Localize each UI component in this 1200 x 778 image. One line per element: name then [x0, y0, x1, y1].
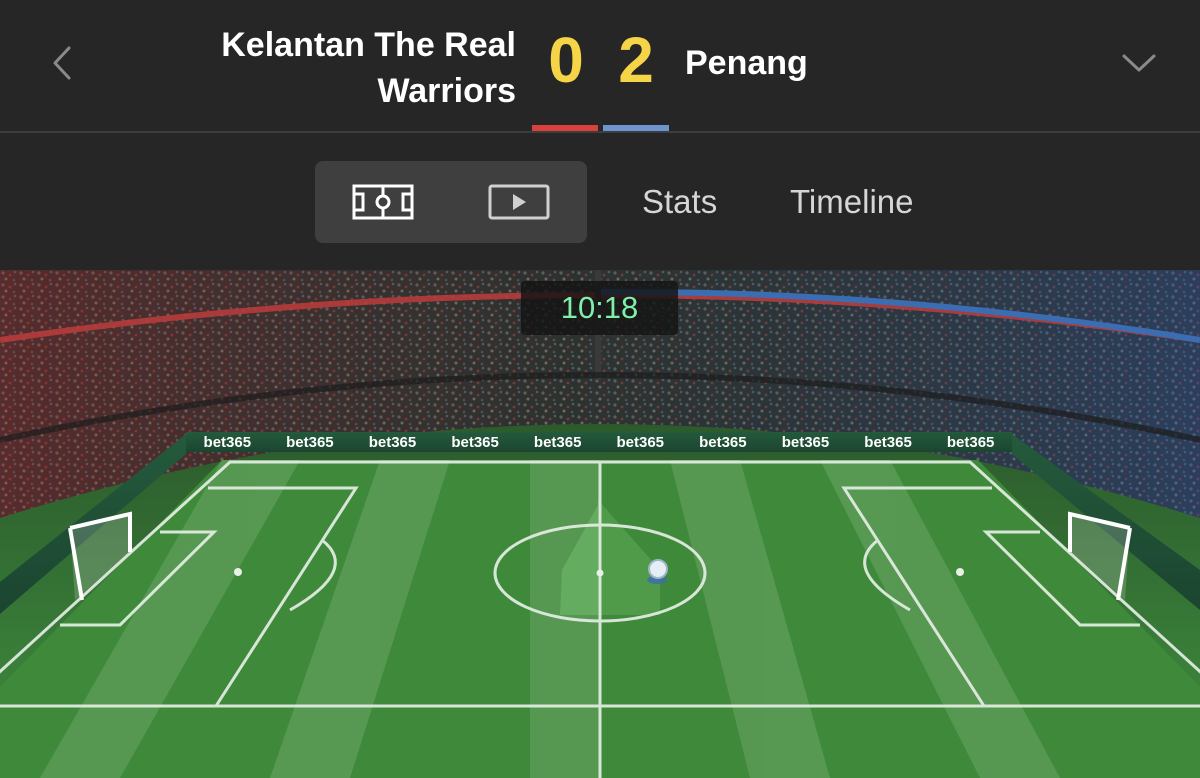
stadium-scene	[0, 270, 1200, 778]
video-view-button[interactable]	[451, 161, 587, 243]
back-button[interactable]	[40, 38, 84, 88]
away-score: 2	[618, 24, 654, 96]
ad-board-label: bet365	[864, 433, 912, 451]
ad-board-label: bet365	[286, 433, 334, 451]
play-icon	[488, 184, 550, 220]
match-dropdown-button[interactable]	[1114, 40, 1164, 86]
header-divider	[0, 131, 1200, 133]
ad-board-label: bet365	[451, 433, 499, 451]
ad-board-label: bet365	[781, 433, 830, 451]
tab-stats[interactable]: Stats	[642, 180, 717, 224]
ad-board-label: bet365	[368, 433, 417, 451]
away-team-name: Penang	[685, 44, 808, 82]
ad-board-label: bet365	[203, 433, 252, 451]
ad-board-label: bet365	[946, 433, 995, 451]
pitch-view-button[interactable]	[315, 161, 451, 243]
home-score: 0	[548, 24, 584, 96]
ad-board-label: bet365	[616, 433, 665, 451]
match-clock: 10:18	[521, 281, 678, 335]
tab-timeline[interactable]: Timeline	[790, 180, 913, 224]
view-toggle	[315, 161, 587, 243]
pitch-visualization: bet365 bet365 bet365 bet365 bet365 bet36…	[0, 270, 1200, 778]
chevron-down-icon	[1122, 54, 1156, 72]
ad-board-row: bet365 bet365 bet365 bet365 bet365 bet36…	[186, 432, 1012, 452]
ball-marker	[647, 559, 668, 584]
ad-board-label: bet365	[533, 433, 582, 451]
match-header: Kelantan The Real Warriors 0 2 Penang	[0, 0, 1200, 131]
home-team-name: Kelantan The Real Warriors	[221, 26, 516, 110]
chevron-left-icon	[53, 46, 71, 80]
ad-board-label: bet365	[699, 433, 747, 451]
pitch-icon	[352, 184, 414, 220]
